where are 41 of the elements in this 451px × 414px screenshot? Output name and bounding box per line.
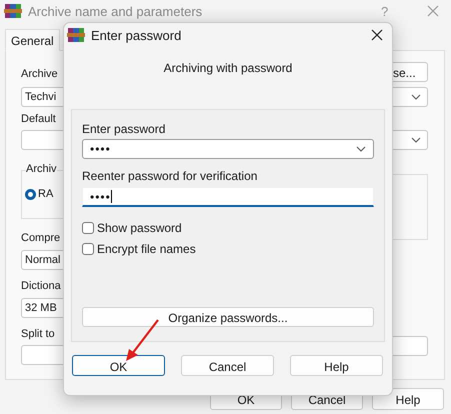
archive-name-field[interactable]: Techvi bbox=[21, 87, 63, 107]
organize-passwords-button[interactable]: Organize passwords... bbox=[82, 307, 374, 327]
close-icon[interactable] bbox=[371, 29, 383, 41]
field-label: Split to bbox=[21, 328, 56, 342]
chevron-icon bbox=[411, 94, 421, 100]
dictionary-dropdown[interactable]: 32 MB bbox=[21, 298, 63, 318]
radio-label: RA bbox=[38, 188, 54, 200]
password-field[interactable]: •••• bbox=[82, 139, 374, 159]
checkbox[interactable] bbox=[82, 222, 94, 234]
tab[interactable]: General bbox=[5, 29, 60, 51]
field-label: Archive bbox=[21, 68, 59, 82]
dialog-button[interactable]: Help bbox=[372, 388, 444, 410]
dialog-title: Enter password bbox=[91, 28, 182, 42]
browse-button[interactable]: se... bbox=[391, 62, 428, 82]
dialog-heading: Archiving with password bbox=[162, 61, 294, 75]
checkbox[interactable] bbox=[82, 242, 94, 254]
group-label: Archiv bbox=[26, 163, 57, 175]
chevron-icon bbox=[356, 146, 366, 152]
field-label: Reenter password for verification bbox=[82, 169, 258, 183]
pointer-arrow bbox=[123, 318, 161, 362]
books-icon bbox=[4, 3, 22, 19]
field-label: Dictiona bbox=[21, 280, 62, 294]
checkbox-label: Show password bbox=[97, 220, 182, 234]
dialog-button[interactable]: Cancel bbox=[181, 355, 274, 376]
password-field[interactable]: •••• bbox=[82, 187, 374, 207]
checkbox-label: Encrypt file names bbox=[97, 242, 196, 256]
field-label: Default bbox=[21, 113, 57, 127]
books-icon bbox=[67, 27, 85, 43]
radio-button[interactable] bbox=[25, 188, 36, 200]
input-field[interactable] bbox=[21, 345, 63, 365]
input-field[interactable] bbox=[391, 336, 428, 356]
dialog-button[interactable]: Help bbox=[290, 355, 383, 376]
dialog-button[interactable]: OK bbox=[72, 355, 165, 376]
window-title: Archive name and parameters bbox=[28, 4, 204, 18]
dropdown[interactable] bbox=[391, 87, 428, 107]
field-label: Compre bbox=[21, 232, 62, 246]
field-label: Enter password bbox=[82, 122, 166, 136]
input-field[interactable] bbox=[21, 130, 63, 150]
chevron-icon bbox=[411, 137, 421, 143]
compression-dropdown[interactable]: Normal bbox=[21, 250, 63, 270]
dropdown[interactable] bbox=[391, 130, 428, 150]
